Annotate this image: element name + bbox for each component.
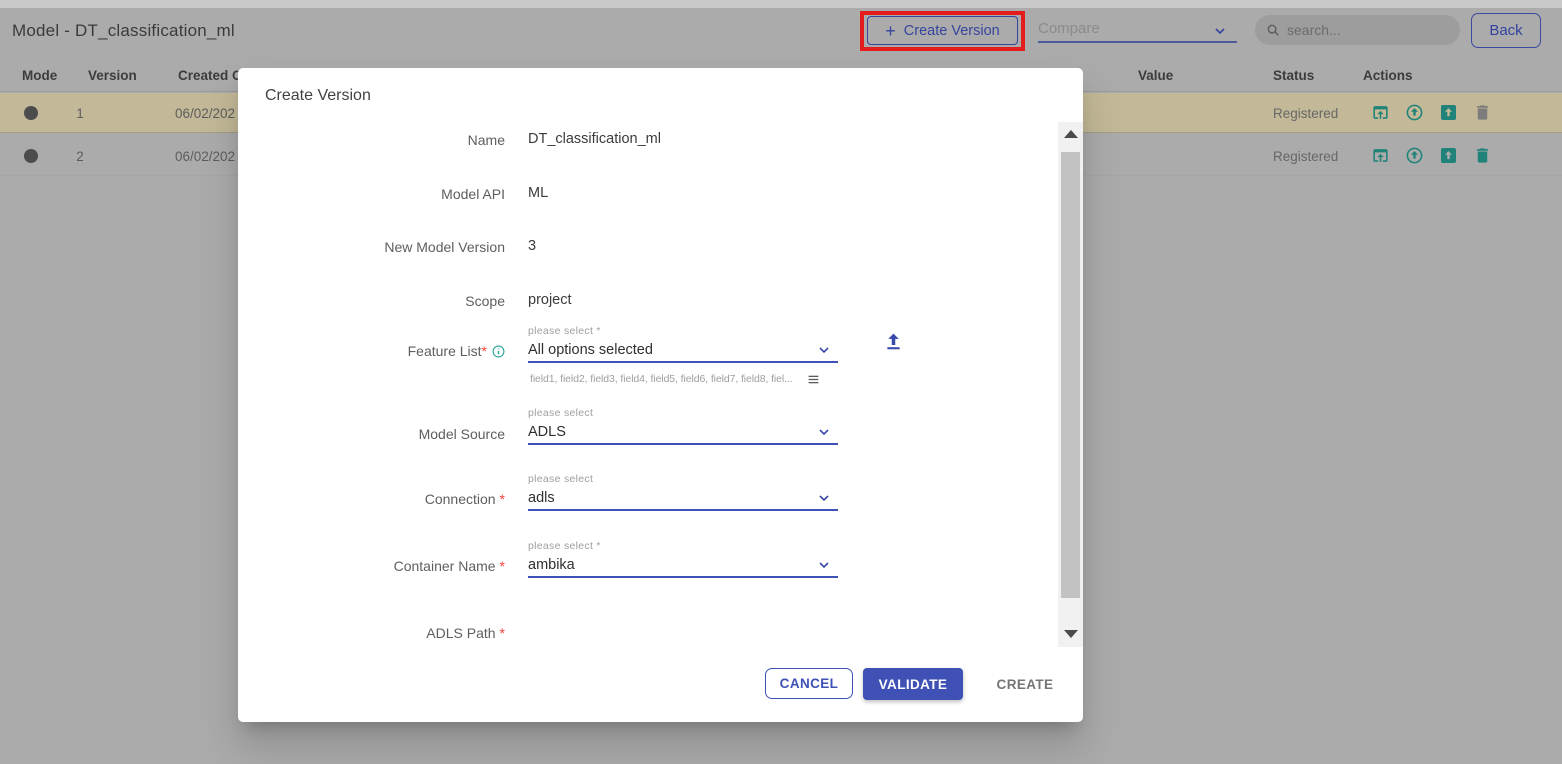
compare-underline (1038, 41, 1237, 43)
list-menu-icon[interactable] (807, 373, 820, 386)
required-asterisk: * (482, 343, 487, 359)
select-floating-label: please select * (528, 325, 838, 339)
chevron-down-icon[interactable] (1212, 23, 1228, 39)
col-header-value: Value (1138, 68, 1173, 83)
required-asterisk: * (500, 625, 505, 641)
select-floating-label: please select (528, 473, 838, 487)
row-actions (1371, 103, 1492, 122)
status-badge: Registered (1273, 149, 1338, 164)
deploy-version-icon[interactable] (1439, 146, 1458, 165)
required-asterisk: * (500, 558, 505, 574)
chevron-down-icon[interactable] (816, 424, 832, 440)
field-value-scope: project (528, 291, 572, 309)
search-input[interactable]: search... (1255, 15, 1460, 45)
select-value: All options selected (528, 342, 653, 358)
delete-version-icon[interactable] (1473, 146, 1492, 165)
top-strip (0, 0, 1562, 8)
field-label-name: Name (238, 130, 505, 150)
field-label-connection: Connection* (238, 489, 505, 509)
create-version-dialog: Create Version Name DT_classification_ml… (238, 68, 1083, 722)
mode-radio[interactable] (24, 149, 38, 163)
feature-list-helper: field1, field2, field3, field4, field5, … (528, 371, 838, 387)
select-value: ambika (528, 557, 575, 573)
field-label-model-api: Model API (238, 184, 505, 204)
row-actions (1371, 146, 1492, 165)
info-icon[interactable] (492, 345, 505, 358)
field-label-scope: Scope (238, 291, 505, 311)
created-on-cell: 06/02/202 (175, 106, 235, 121)
scroll-down-icon[interactable] (1064, 630, 1078, 638)
field-value-name: DT_classification_ml (528, 130, 661, 148)
dialog-scrollbar[interactable] (1058, 122, 1083, 647)
compare-select[interactable]: Compare (1038, 20, 1100, 37)
model-source-select[interactable]: please select ADLS (528, 407, 838, 445)
field-label-adls-path: ADLS Path* (238, 623, 505, 643)
cancel-button[interactable]: CANCEL (765, 668, 853, 699)
select-value: adls (528, 490, 555, 506)
field-value-model-api: ML (528, 184, 548, 202)
annotation-highlight-box (860, 11, 1025, 51)
validate-button[interactable]: VALIDATE (863, 668, 963, 700)
select-floating-label: please select * (528, 540, 838, 554)
field-label-new-model-version: New Model Version (238, 237, 505, 257)
version-cell: 2 (70, 149, 90, 164)
feature-list-select[interactable]: please select * All options selected (528, 325, 838, 363)
required-asterisk: * (500, 491, 505, 507)
back-button[interactable]: Back (1471, 13, 1541, 48)
field-label-feature-list: Feature List* (238, 341, 505, 361)
container-name-select[interactable]: please select * ambika (528, 540, 838, 578)
upload-icon[interactable] (883, 331, 904, 352)
open-model-icon[interactable] (1371, 103, 1390, 122)
search-icon (1266, 23, 1280, 37)
col-header-actions: Actions (1363, 68, 1413, 83)
scrollbar-thumb[interactable] (1061, 152, 1080, 598)
search-placeholder: search... (1287, 22, 1341, 38)
selected-fields-text: field1, field2, field3, field4, field5, … (530, 373, 812, 385)
col-header-version: Version (88, 68, 137, 83)
open-model-icon[interactable] (1371, 146, 1390, 165)
promote-version-icon[interactable] (1405, 146, 1424, 165)
field-label-model-source: Model Source (238, 424, 505, 444)
mode-radio[interactable] (24, 106, 38, 120)
select-floating-label: please select (528, 407, 838, 421)
chevron-down-icon[interactable] (816, 490, 832, 506)
dialog-title: Create Version (265, 87, 371, 105)
page-title: Model - DT_classification_ml (12, 21, 235, 41)
scroll-up-icon[interactable] (1064, 130, 1078, 138)
deploy-version-icon[interactable] (1439, 103, 1458, 122)
connection-select[interactable]: please select adls (528, 473, 838, 511)
version-cell: 1 (70, 106, 90, 121)
created-on-cell: 06/02/202 (175, 149, 235, 164)
field-label-container-name: Container Name* (238, 556, 505, 576)
status-badge: Registered (1273, 106, 1338, 121)
select-value: ADLS (528, 424, 566, 440)
chevron-down-icon[interactable] (816, 342, 832, 358)
chevron-down-icon[interactable] (816, 557, 832, 573)
field-value-new-model-version: 3 (528, 237, 536, 255)
app-window: Model - DT_classification_ml Mode Versio… (0, 0, 1562, 764)
col-header-status: Status (1273, 68, 1314, 83)
back-label: Back (1489, 22, 1522, 39)
promote-version-icon[interactable] (1405, 103, 1424, 122)
create-button[interactable]: CREATE (988, 670, 1062, 698)
delete-version-icon[interactable] (1473, 103, 1492, 122)
col-header-mode: Mode (22, 68, 57, 83)
